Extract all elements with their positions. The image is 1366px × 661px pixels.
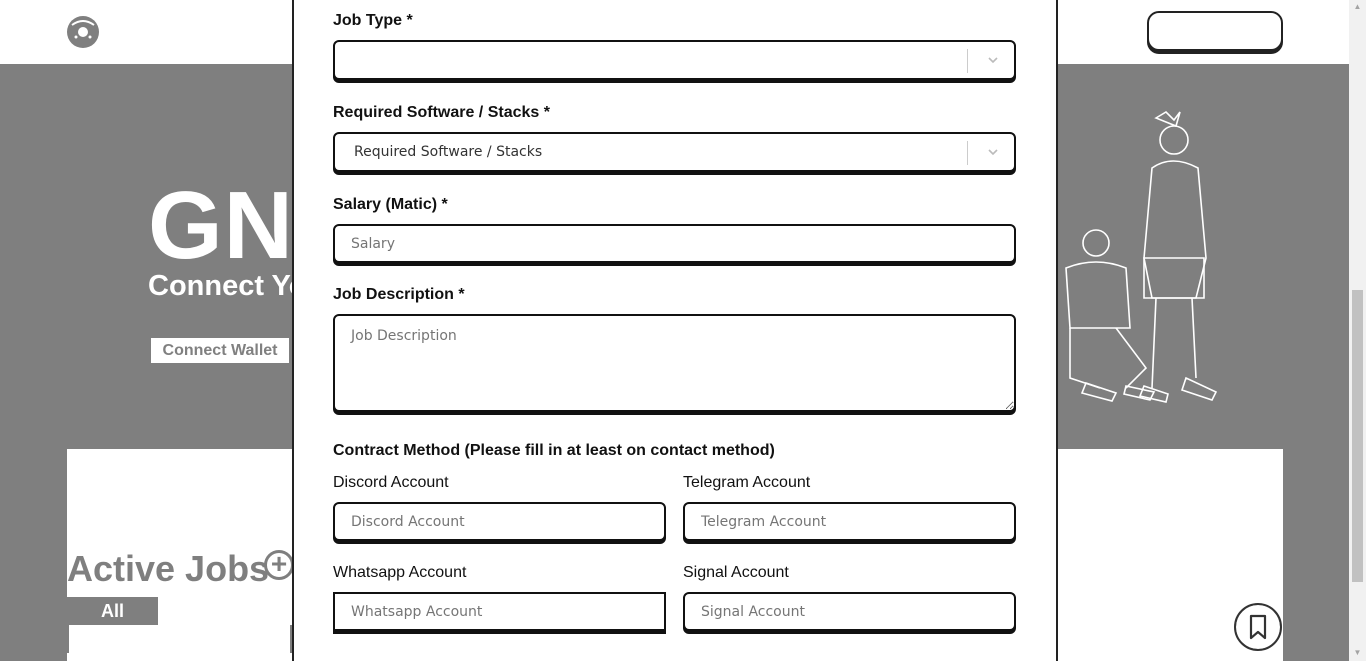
whatsapp-input[interactable]	[333, 592, 666, 631]
scrollbar-thumb[interactable]	[1352, 290, 1363, 582]
chevron-down-icon[interactable]	[988, 147, 998, 157]
software-value: Required Software / Stacks	[354, 144, 543, 160]
software-select[interactable]: Required Software / Stacks	[333, 132, 1016, 172]
discord-input[interactable]	[333, 502, 666, 541]
job-description-label: Job Description *	[333, 286, 465, 303]
whatsapp-label: Whatsapp Account	[333, 564, 467, 581]
hero-title: GN	[148, 172, 294, 279]
job-type-label: Job Type *	[333, 12, 413, 29]
salary-input[interactable]	[333, 224, 1016, 263]
job-list-column	[67, 625, 292, 653]
active-jobs-heading: Active Jobs	[67, 548, 270, 589]
donut-logo-icon[interactable]	[66, 15, 100, 49]
bookmark-button[interactable]	[1234, 603, 1282, 651]
header-action-button[interactable]	[1147, 11, 1283, 51]
select-separator	[967, 141, 968, 165]
telegram-input[interactable]	[683, 502, 1016, 541]
select-separator	[967, 49, 968, 73]
telegram-label: Telegram Account	[683, 474, 811, 491]
software-label: Required Software / Stacks *	[333, 104, 550, 121]
contact-method-heading: Contract Method (Please fill in at least…	[333, 442, 775, 459]
hero-subtitle: Connect Yo	[148, 270, 307, 302]
tab-all[interactable]: All	[67, 597, 158, 625]
people-illustration	[1065, 110, 1218, 403]
bookmark-icon	[1238, 607, 1278, 647]
scroll-up-arrow-icon[interactable]: ▲	[1352, 2, 1363, 12]
job-type-select[interactable]	[333, 40, 1016, 80]
chevron-down-icon[interactable]	[988, 55, 998, 65]
discord-label: Discord Account	[333, 474, 449, 491]
signal-label: Signal Account	[683, 564, 789, 581]
add-job-icon[interactable]: +	[264, 550, 294, 580]
signal-input[interactable]	[683, 592, 1016, 631]
connect-wallet-button[interactable]: Connect Wallet	[151, 338, 289, 363]
scroll-down-arrow-icon[interactable]: ▼	[1352, 648, 1363, 658]
job-description-textarea[interactable]	[333, 314, 1016, 412]
salary-label: Salary (Matic) *	[333, 196, 448, 213]
